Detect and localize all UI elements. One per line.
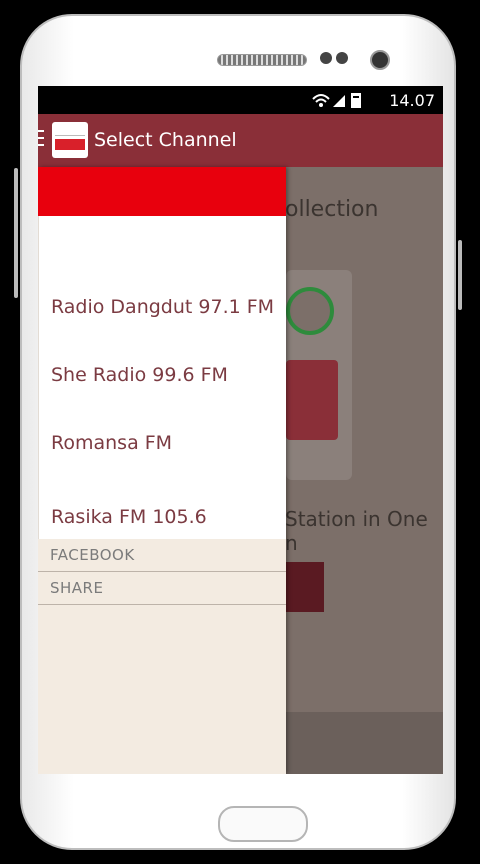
radio-speaker-icon (286, 360, 338, 440)
action-bar-title: Select Channel (94, 129, 237, 151)
radio-dial-icon (286, 287, 334, 335)
wifi-signal-battery-icon (312, 93, 361, 108)
screen: 14.07 Select Channel ollection Station i… (38, 86, 443, 774)
channel-item[interactable]: She Radio 99.6 FM (39, 341, 286, 409)
channel-item[interactable]: Rasika FM 105.6 (39, 477, 286, 561)
channel-item[interactable]: Radio Dangdut 97.1 FM (39, 273, 286, 341)
app-logo-icon[interactable] (52, 122, 88, 158)
sensor-icon (320, 52, 332, 64)
front-camera-icon (370, 50, 390, 70)
earpiece-speaker (217, 54, 307, 66)
background-description: Station in One n (285, 507, 428, 555)
menu-icon[interactable] (38, 130, 44, 150)
status-icons (311, 91, 365, 113)
sensor-icon (336, 52, 348, 64)
background-panel (286, 712, 443, 774)
home-button[interactable] (218, 806, 308, 842)
channel-item[interactable]: Romansa FM (39, 409, 286, 477)
background-button (286, 562, 324, 612)
share-link[interactable]: SHARE (38, 572, 286, 605)
status-time: 14.07 (389, 91, 435, 110)
volume-button[interactable] (14, 168, 18, 298)
background-description-line: n (285, 531, 298, 555)
navigation-drawer: Radio Dangdut 97.1 FM She Radio 99.6 FM … (38, 167, 286, 774)
background-description-line: Station in One (285, 507, 428, 531)
power-button[interactable] (458, 240, 462, 310)
background-heading: ollection (285, 197, 379, 222)
action-bar: Select Channel (38, 114, 443, 167)
status-bar: 14.07 (38, 86, 443, 114)
channel-list: Radio Dangdut 97.1 FM She Radio 99.6 FM … (38, 216, 286, 539)
drawer-header (38, 167, 286, 216)
